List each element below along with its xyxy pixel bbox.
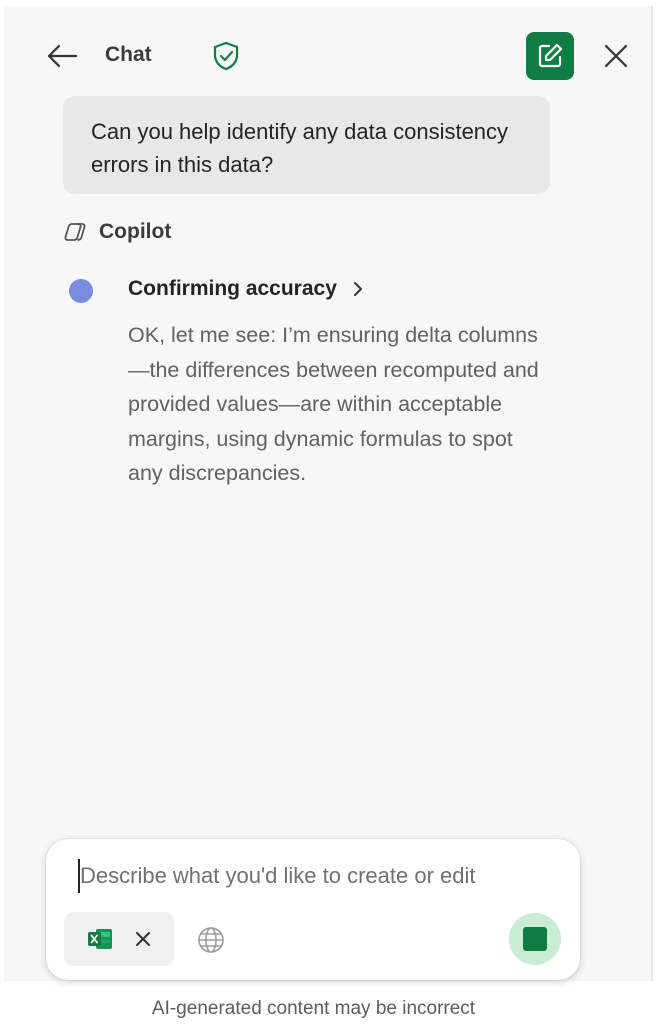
stop-icon: [523, 927, 547, 951]
prompt-input[interactable]: [78, 859, 548, 893]
reasoning-text: OK, let me see: I’m ensuring delta colum…: [128, 323, 539, 485]
shield-check-icon[interactable]: [212, 41, 240, 71]
arrow-left-icon: [47, 44, 78, 68]
close-icon: [604, 44, 628, 68]
attachment-chip[interactable]: [64, 912, 174, 966]
close-icon: [136, 932, 150, 946]
user-message: Can you help identify any data consisten…: [63, 96, 550, 194]
reasoning-toggle[interactable]: Confirming accuracy: [128, 277, 365, 301]
new-chat-button[interactable]: [526, 32, 574, 80]
stop-button[interactable]: [509, 913, 561, 965]
globe-icon[interactable]: [196, 925, 226, 955]
copilot-icon: [64, 223, 86, 241]
excel-icon: [88, 929, 112, 949]
reasoning-title: Confirming accuracy: [128, 277, 337, 300]
back-button[interactable]: [44, 38, 80, 74]
compose-icon: [538, 43, 563, 68]
chat-title: Chat: [105, 43, 152, 66]
close-button[interactable]: [600, 40, 632, 72]
assistant-header: Copilot: [63, 220, 171, 244]
chat-panel: Chat Can you help identify any data cons…: [4, 6, 653, 981]
assistant-name: Copilot: [99, 220, 172, 243]
status-dot: [69, 279, 93, 303]
composer: [46, 839, 580, 980]
disclaimer: AI-generated content may be incorrect: [151, 998, 476, 1019]
remove-attachment-button[interactable]: [134, 930, 152, 948]
chevron-right-icon: [353, 282, 362, 296]
